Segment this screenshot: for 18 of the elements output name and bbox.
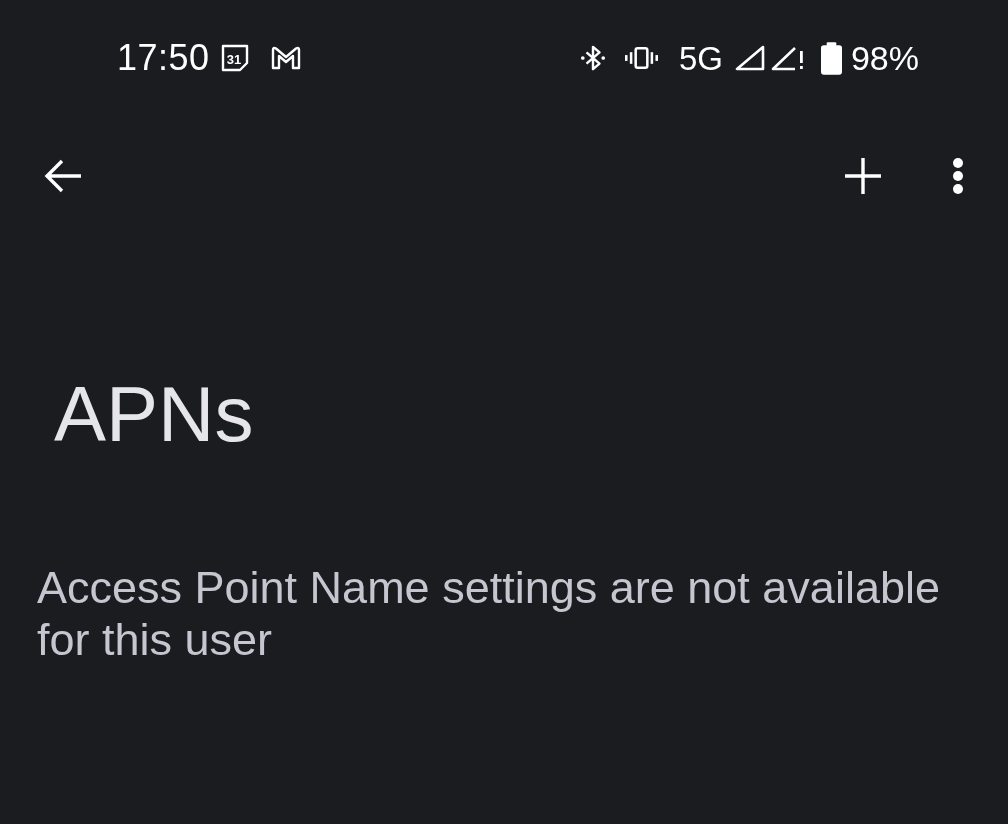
calendar-icon: 31 bbox=[220, 44, 249, 72]
page-title: APNs bbox=[53, 369, 255, 460]
mail-icon bbox=[269, 45, 302, 71]
more-icon bbox=[952, 158, 964, 194]
back-arrow-icon bbox=[44, 159, 82, 193]
bluetooth-icon bbox=[579, 44, 606, 72]
battery-percentage: 98% bbox=[850, 41, 919, 75]
back-button[interactable] bbox=[44, 159, 82, 193]
add-icon bbox=[845, 158, 881, 194]
network-type: 5G bbox=[678, 41, 723, 75]
clock-time: 17:50 bbox=[117, 40, 210, 76]
empty-state-message: Access Point Name settings are not available for this user bbox=[36, 561, 941, 666]
signal-icon bbox=[734, 45, 765, 71]
signal-alert-icon bbox=[770, 45, 805, 71]
add-button[interactable] bbox=[845, 158, 881, 194]
battery-icon bbox=[820, 41, 842, 75]
vibrate-icon bbox=[624, 46, 658, 70]
more-options-button[interactable] bbox=[952, 158, 964, 194]
